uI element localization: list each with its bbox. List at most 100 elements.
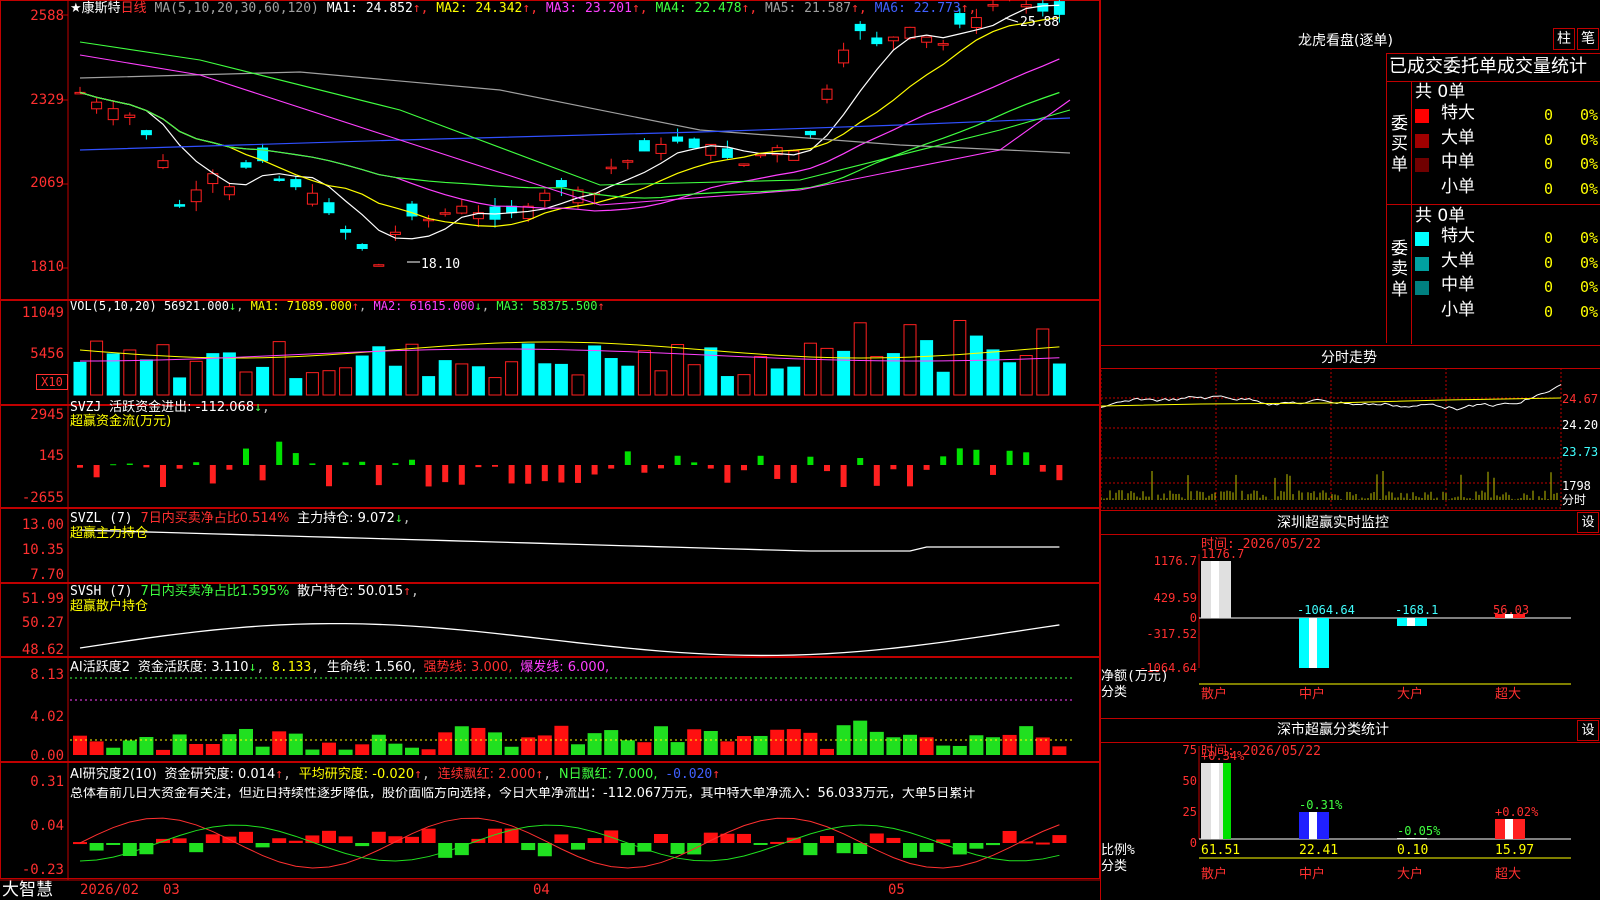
activity-bar <box>753 735 768 755</box>
volume-bar <box>222 352 236 396</box>
volume-bar <box>654 370 668 396</box>
svzl-header: SVZL (7) 7日内买卖净占比0.514% 主力持仓: 9.072↓, <box>70 511 411 526</box>
svzj-label: SVZJ <box>70 400 102 415</box>
research-bar <box>803 843 818 856</box>
activity-bar <box>1019 726 1034 755</box>
ai2-average: 平均研究度: -0.020 <box>298 767 415 782</box>
ai1-header: AI活跃度2 资金活跃度: 3.110↓, 8.133, 生命线: 1.560,… <box>70 660 610 675</box>
date-label: 05 <box>888 882 905 898</box>
volume-bar <box>455 363 469 396</box>
ai1-axis-label: 0.00 <box>30 748 64 764</box>
vol-unit-badge[interactable]: X10 <box>36 374 68 390</box>
intraday-chart[interactable] <box>1101 368 1600 510</box>
fund-flow-bar <box>940 456 947 465</box>
volume-bar <box>256 366 270 396</box>
period-label[interactable]: 日线 <box>121 1 147 16</box>
volume-bar <box>903 324 917 396</box>
stat-bar-delta: +0.34% <box>1201 749 1245 763</box>
activity-bar <box>571 744 585 755</box>
tick-mode-button[interactable]: 笔 <box>1577 28 1599 50</box>
stat-category: 超大 <box>1495 867 1521 882</box>
candle-body <box>738 163 750 166</box>
fund-flow-bar <box>707 465 714 469</box>
candle-body <box>555 180 567 188</box>
volume-bar <box>936 371 950 396</box>
candle-body <box>688 138 700 149</box>
fund-flow-bar <box>525 465 532 484</box>
stat-bar-delta: -0.05% <box>1397 824 1441 838</box>
stat-chart: 75 50 25 0 +0.34% 61.51 散户 -0.31% 22.41 中户 -0.05% 0… <box>1101 743 1571 882</box>
monitor-category: 大户 <box>1397 686 1423 702</box>
research-bar <box>521 843 536 851</box>
fund-flow-bar <box>890 465 897 470</box>
activity-bar <box>305 749 320 755</box>
volume-bar <box>820 347 834 396</box>
volume-bar <box>173 377 187 396</box>
research-bar <box>172 838 187 843</box>
fund-flow-bar <box>1023 452 1030 465</box>
monitor-settings-button[interactable]: 设 <box>1577 512 1599 533</box>
price-axis-label: 1810 <box>30 259 64 275</box>
ai2-comment: 总体看前几日大资金有关注，但近日持续性逐步降低，股价面临方向选择，今日大单净流出… <box>70 787 976 800</box>
research-bar <box>405 836 419 843</box>
candle-body <box>804 130 816 136</box>
stat-bar-value: 0.10 <box>1397 843 1428 858</box>
activity-bar <box>189 743 204 755</box>
volume-bar <box>388 365 402 396</box>
fund-flow-bar <box>160 465 166 487</box>
vol-ma2: MA2: 61615.000 <box>373 299 475 313</box>
price-axis-label: 2588 <box>30 8 64 24</box>
activity-bar <box>853 720 868 755</box>
fund-flow-bar <box>857 458 864 465</box>
stat-settings-button[interactable]: 设 <box>1577 720 1599 741</box>
fund-flow-bar <box>226 465 233 470</box>
order-row-name: 大单 <box>1441 127 1475 148</box>
svzl-axis-label: 10.35 <box>21 542 64 558</box>
candle-body <box>223 186 235 196</box>
order-row-pct: 0% <box>1580 278 1599 296</box>
order-row-pct: 0% <box>1580 229 1599 247</box>
stat-bar-edge <box>1223 763 1231 839</box>
research-bar <box>106 843 121 845</box>
bar-mode-button[interactable]: 柱 <box>1553 28 1575 50</box>
volume-bar <box>372 346 386 396</box>
activity-bar <box>820 748 834 755</box>
candle-body <box>970 17 982 28</box>
volume-bar <box>1052 363 1066 396</box>
volume-bar <box>505 361 519 396</box>
candle-body <box>140 130 152 136</box>
stat-bar-delta: +0.02% <box>1495 805 1539 819</box>
fund-flow-bar <box>475 465 482 468</box>
fund-flow-bar <box>1006 450 1013 465</box>
fund-flow-bar <box>110 464 117 466</box>
activity-bar <box>172 734 187 755</box>
research-bar <box>205 834 220 843</box>
fund-flow-bar <box>442 465 449 483</box>
candle-body <box>1053 1 1065 15</box>
order-row-name: 中单 <box>1441 152 1475 172</box>
svsh-header: SVSH (7) 7日内买卖净占比1.595% 散户持仓: 50.015↑, <box>70 584 419 599</box>
chart-canvas[interactable]: 25.88 18.10 <box>0 0 1100 900</box>
candle-body <box>638 140 650 152</box>
svsh-label: SVSH (7) <box>70 584 133 599</box>
svsh-axis-label: 50.27 <box>21 615 64 631</box>
fund-flow-bar <box>342 462 349 465</box>
activity-bar <box>737 736 751 755</box>
activity-bar <box>720 741 735 755</box>
volume-bar <box>637 350 651 396</box>
activity-bar <box>1002 734 1017 755</box>
svzl-subtitle: 超赢主力持仓 <box>70 526 149 541</box>
fund-flow-bar <box>375 465 382 486</box>
activity-bar <box>405 747 419 755</box>
activity-bar <box>454 726 469 755</box>
activity-bar <box>786 729 801 755</box>
order-row-pct: 0% <box>1580 106 1599 124</box>
order-color-swatch <box>1415 109 1429 123</box>
monitor-bar-highlight <box>1309 618 1317 668</box>
volume-bar <box>405 343 419 396</box>
lhb-title: 龙虎看盘(逐单) <box>1298 33 1393 49</box>
order-row-name: 小单 <box>1441 299 1475 320</box>
fund-flow-bar <box>907 465 913 487</box>
activity-bar <box>338 749 353 755</box>
order-row-count: 0 <box>1544 278 1554 296</box>
